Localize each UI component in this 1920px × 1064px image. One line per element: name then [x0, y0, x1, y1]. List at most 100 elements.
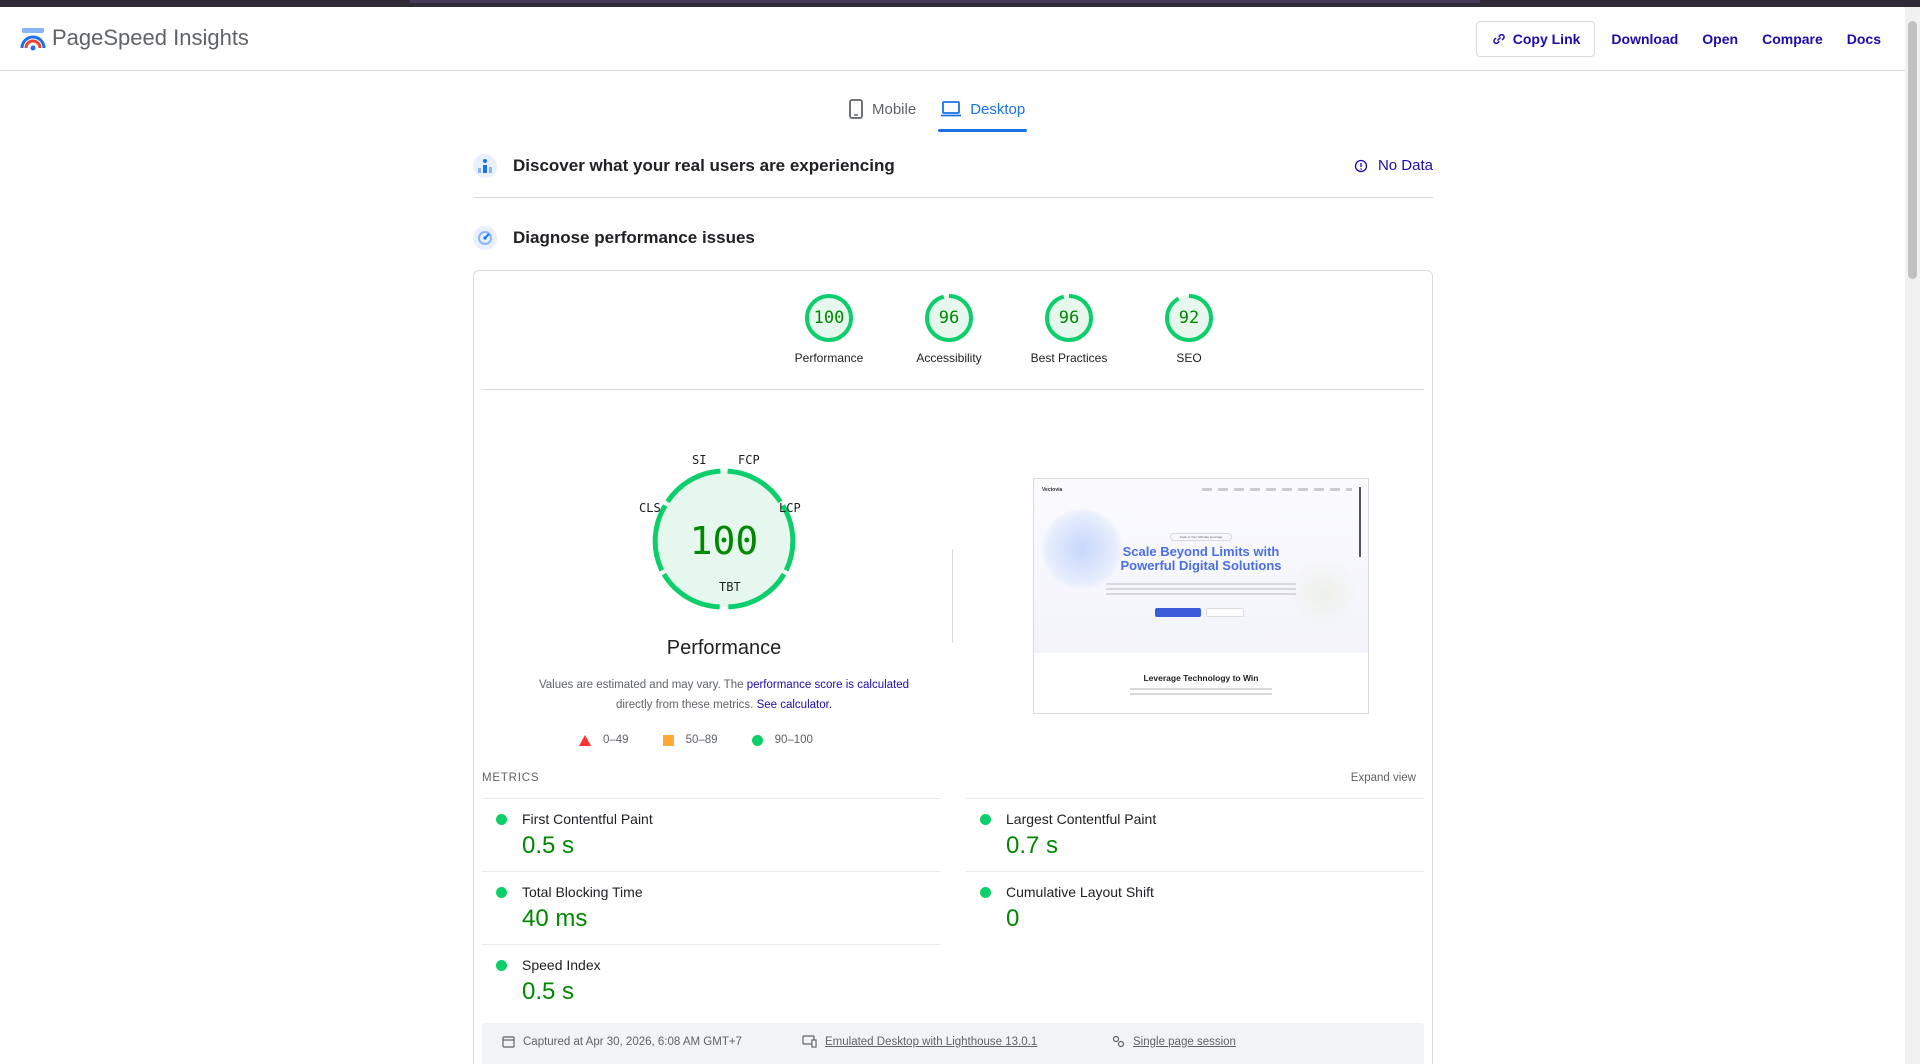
gauge-best-practices-label: Best Practices — [1030, 351, 1108, 365]
app-header: PageSpeed Insights Copy Link Download Op… — [0, 7, 1905, 71]
pass-circle-icon — [496, 887, 507, 898]
copy-link-button[interactable]: Copy Link — [1475, 21, 1596, 57]
captured-info: Captured at Apr 30, 2026, 6:08 AM GMT+7 — [502, 1035, 742, 1048]
compare-link[interactable]: Compare — [1754, 21, 1831, 57]
open-link[interactable]: Open — [1694, 21, 1746, 57]
pagespeed-logo-icon — [20, 28, 46, 51]
score-calculated-link[interactable]: performance score is calculated — [747, 679, 909, 691]
device-tabs: Mobile Desktop — [846, 90, 1028, 132]
gauge-seo[interactable]: 92 SEO — [1134, 293, 1244, 365]
expand-view-toggle[interactable]: Expand view — [1351, 772, 1416, 784]
segment-label-lcp: LCP — [779, 501, 801, 515]
screenshot-section-title: Leverage Technology to Win — [1143, 673, 1259, 683]
legend-fail: 0–49 — [603, 734, 629, 746]
metric-name: First Contentful Paint — [522, 811, 653, 827]
average-square-icon — [662, 734, 674, 746]
segment-label-cls: CLS — [639, 501, 661, 515]
metric-name: Largest Contentful Paint — [1006, 811, 1157, 827]
metric-cls: Cumulative Layout Shift 0 — [966, 871, 1424, 944]
emulated-info[interactable]: Emulated Desktop with Lighthouse 13.0.1 — [802, 1035, 1037, 1048]
gauges-divider — [482, 389, 1424, 390]
session-text: Single page session — [1133, 1035, 1236, 1048]
gauge-seo-score: 92 — [1178, 308, 1200, 328]
diagnose-icon — [473, 226, 497, 250]
session-info[interactable]: Single page session — [1112, 1035, 1236, 1048]
calendar-icon — [502, 1036, 515, 1048]
no-data-status[interactable]: No Data — [1354, 157, 1433, 174]
metric-tbt: Total Blocking Time 40 ms — [482, 871, 940, 944]
report-card: 100 Performance 96 Accessibility 96 Best… — [473, 270, 1433, 1064]
runtime-settings-bar: Captured at Apr 30, 2026, 6:08 AM GMT+7 … — [482, 1023, 1424, 1064]
screenshot-badge: Code to Your Ultimate Leverage — [1170, 533, 1232, 541]
tab-desktop-label: Desktop — [970, 100, 1026, 118]
download-link[interactable]: Download — [1603, 21, 1686, 57]
session-icon — [1112, 1035, 1125, 1048]
performance-main-gauge: 100 SI FCP CLS LCP TBT — [604, 453, 844, 661]
see-calculator-link[interactable]: See calculator. — [757, 699, 832, 711]
final-screenshot[interactable]: Vectovia Code to Your Ultimate Leverage … — [1033, 478, 1369, 714]
gauge-accessibility-label: Accessibility — [916, 351, 982, 365]
gauge-accessibility-score: 96 — [938, 308, 960, 328]
segment-label-tbt: TBT — [719, 580, 741, 594]
captured-text: Captured at Apr 30, 2026, 6:08 AM GMT+7 — [523, 1035, 742, 1048]
metric-fcp: First Contentful Paint 0.5 s — [482, 798, 940, 871]
legend-pass: 90–100 — [774, 734, 813, 746]
browser-top-strip — [0, 0, 1920, 7]
pass-circle-icon — [496, 960, 507, 971]
tab-mobile-label: Mobile — [872, 100, 917, 118]
performance-note: Values are estimated and may vary. The p… — [504, 675, 944, 715]
gauge-performance-label: Performance — [794, 351, 864, 365]
segment-label-fcp: FCP — [738, 453, 760, 467]
metric-value: 0.5 s — [522, 832, 575, 859]
tab-mobile[interactable]: Mobile — [846, 90, 918, 128]
category-gauges: 100 Performance 96 Accessibility 96 Best… — [474, 293, 1432, 373]
field-data-section: Discover what your real users are experi… — [473, 148, 1433, 198]
performance-main-score: 100 — [689, 519, 759, 563]
metric-name: Cumulative Layout Shift — [1006, 884, 1154, 900]
screenshot-primary-button — [1155, 608, 1201, 617]
laptop-icon — [941, 101, 962, 117]
gauge-accessibility[interactable]: 96 Accessibility — [894, 293, 1004, 365]
device-icon — [802, 1035, 817, 1048]
metric-name: Total Blocking Time — [522, 884, 643, 900]
link-icon — [1492, 33, 1505, 45]
pass-circle-icon — [496, 814, 507, 825]
metric-si: Speed Index 0.5 s — [482, 944, 940, 1017]
lab-data-title: Diagnose performance issues — [513, 228, 755, 247]
gauge-performance[interactable]: 100 Performance — [774, 293, 884, 365]
gauge-best-practices-score: 96 — [1058, 308, 1080, 328]
pass-circle-icon — [980, 814, 991, 825]
score-legend: 0–49 50–89 90–100 — [579, 734, 813, 746]
note-text-1: Values are estimated and may vary. The — [538, 679, 747, 691]
app-title: PageSpeed Insights — [52, 25, 249, 50]
segment-label-si: SI — [692, 453, 707, 467]
metric-lcp: Largest Contentful Paint 0.7 s — [966, 798, 1424, 871]
no-data-label: No Data — [1377, 157, 1433, 174]
gauge-performance-score: 100 — [813, 308, 845, 328]
users-chart-icon — [473, 154, 497, 178]
gauge-best-practices[interactable]: 96 Best Practices — [1014, 293, 1124, 365]
scrollbar-thumb[interactable] — [1908, 21, 1917, 279]
metrics-heading: METRICS — [482, 772, 540, 784]
screenshot-headline: Scale Beyond Limits with Powerful Digita… — [1120, 544, 1282, 573]
gauge-seo-label: SEO — [1176, 351, 1202, 365]
docs-link[interactable]: Docs — [1839, 21, 1889, 57]
field-data-title: Discover what your real users are experi… — [513, 156, 895, 175]
performance-title: Performance — [666, 637, 782, 659]
page-scrollbar[interactable] — [1905, 7, 1920, 1064]
vertical-divider — [952, 549, 953, 643]
tab-desktop[interactable]: Desktop — [938, 90, 1028, 132]
copy-link-label: Copy Link — [1512, 31, 1581, 47]
pass-circle-icon — [751, 734, 763, 746]
lab-data-section: Diagnose performance issues — [473, 226, 1433, 256]
fail-triangle-icon — [579, 734, 591, 746]
screenshot-secondary-button — [1206, 608, 1244, 617]
phone-icon — [849, 99, 863, 119]
legend-average: 50–89 — [685, 734, 718, 746]
metric-value: 0 — [1006, 905, 1020, 932]
screenshot-brand: Vectovia — [1042, 487, 1063, 493]
info-icon — [1354, 159, 1368, 172]
metric-value: 0.5 s — [522, 978, 575, 1005]
emulated-text: Emulated Desktop with Lighthouse 13.0.1 — [825, 1035, 1038, 1048]
screenshot-nav: Vectovia — [1042, 487, 1360, 497]
